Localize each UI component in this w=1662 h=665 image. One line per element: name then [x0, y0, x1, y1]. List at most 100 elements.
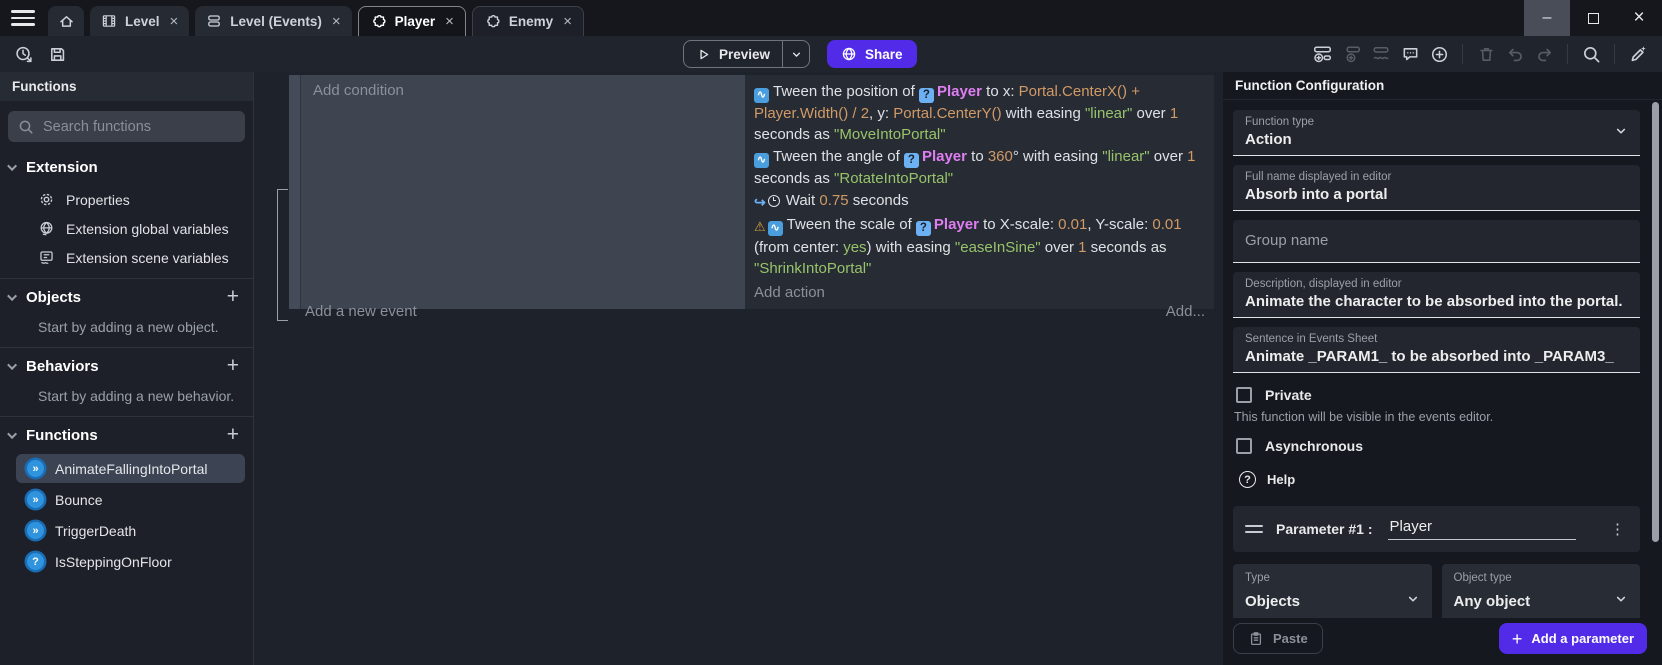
- sidebar-item-properties[interactable]: Properties: [0, 185, 253, 214]
- action-text-segment: Tween the scale of: [787, 216, 916, 233]
- action-text-segment: to X-scale:: [979, 216, 1058, 233]
- function-configuration-panel: Function Configuration Function type Act…: [1223, 72, 1662, 665]
- function-type-select[interactable]: Function type Action: [1233, 110, 1640, 156]
- kebab-icon[interactable]: ⋮: [1607, 520, 1628, 538]
- function-item-bounce[interactable]: » Bounce: [16, 485, 245, 514]
- history-icon[interactable]: [12, 43, 34, 65]
- tab-player[interactable]: Player ×: [358, 6, 466, 36]
- add-behavior-button[interactable]: +: [227, 357, 239, 375]
- parameter-selects: Type Objects Object type Any object: [1233, 564, 1640, 618]
- tween-icon: ∿: [768, 221, 783, 236]
- action-text-segment: , y:: [869, 105, 893, 122]
- save-icon[interactable]: [46, 43, 68, 65]
- tab-home[interactable]: [48, 6, 84, 36]
- add-action-button[interactable]: Add action: [754, 282, 1204, 303]
- chat-icon[interactable]: [1399, 43, 1421, 65]
- chevron-down-icon[interactable]: [783, 48, 809, 61]
- add-object-button[interactable]: +: [227, 288, 239, 306]
- function-item-issteppingonfloor[interactable]: ? IsSteppingOnFloor: [16, 547, 245, 576]
- action-text-segment: "RotateIntoPortal": [834, 170, 953, 187]
- clipboard-icon: [1248, 631, 1264, 647]
- add-comment-icon[interactable]: [1370, 43, 1392, 65]
- section-objects[interactable]: Objects +: [0, 279, 253, 315]
- window-controls: – ×: [1524, 0, 1662, 36]
- drag-handle-icon[interactable]: [1245, 525, 1263, 533]
- sidebar-item-extension-scene-variables[interactable]: Extension scene variables: [0, 243, 253, 272]
- maximize-button[interactable]: [1570, 0, 1616, 36]
- tab-enemy[interactable]: Enemy ×: [472, 6, 584, 36]
- sentence-field[interactable]: Sentence in Events Sheet Animate _PARAM1…: [1233, 327, 1640, 373]
- sidebar-item-extension-global-variables[interactable]: Extension global variables: [0, 214, 253, 243]
- action-text-segment: 0.01: [1058, 216, 1087, 233]
- panel-scrollbar[interactable]: [1652, 102, 1659, 542]
- search-input[interactable]: [43, 119, 235, 135]
- close-icon[interactable]: ×: [332, 13, 341, 30]
- section-behaviors[interactable]: Behaviors +: [0, 348, 253, 384]
- event-margin[interactable]: [289, 75, 300, 309]
- action-text-segment: to x:: [982, 83, 1019, 100]
- panel-scroll-area: Function type Action Full name displayed…: [1223, 100, 1662, 618]
- preview-button[interactable]: Preview: [683, 40, 810, 68]
- redo-icon[interactable]: [1533, 43, 1555, 65]
- asynchronous-checkbox[interactable]: [1236, 438, 1252, 454]
- action-text-segment: yes: [843, 239, 866, 256]
- close-icon[interactable]: ×: [445, 13, 454, 30]
- add-function-button[interactable]: +: [227, 426, 239, 444]
- event-block[interactable]: Add condition ∿Tween the position of ?Pl…: [289, 75, 1214, 309]
- section-functions[interactable]: Functions +: [0, 417, 253, 453]
- event-action[interactable]: ∿Tween the angle of ?Player to 360° with…: [754, 146, 1204, 189]
- tab-label: Player: [395, 14, 436, 29]
- parameter-name-input[interactable]: [1388, 518, 1576, 540]
- parameter-object-type-select[interactable]: Object type Any object: [1442, 564, 1641, 618]
- full-name-field[interactable]: Full name displayed in editor Absorb int…: [1233, 165, 1640, 211]
- event-action[interactable]: ∿Tween the position of ?Player to x: Por…: [754, 81, 1204, 145]
- function-item-animatefallingintoportal[interactable]: » AnimateFallingIntoPortal: [16, 454, 245, 483]
- action-text-segment: Portal.CenterY(): [893, 105, 1001, 122]
- description-field[interactable]: Description, displayed in editor Animate…: [1233, 272, 1640, 318]
- section-extension[interactable]: Extension: [0, 150, 253, 185]
- gear-icon: [38, 191, 55, 208]
- parameter-type-select[interactable]: Type Objects: [1233, 564, 1432, 618]
- event-action[interactable]: ⚠∿Tween the scale of ?Player to X-scale:…: [754, 214, 1204, 279]
- action-text-segment: seconds as: [754, 126, 834, 143]
- event-action[interactable]: ↪Wait 0.75 seconds: [754, 190, 1204, 213]
- close-button[interactable]: ×: [1616, 0, 1662, 36]
- gdevelop-window: Level × Level (Events) × Player × Enemy …: [0, 0, 1662, 665]
- menu-icon[interactable]: [11, 6, 35, 30]
- add-parameter-button[interactable]: + Add a parameter: [1499, 623, 1647, 654]
- add-event-more-button[interactable]: Add...: [1166, 303, 1205, 320]
- action-function-icon: »: [27, 522, 44, 539]
- add-new-event-button[interactable]: Add a new event: [305, 303, 417, 320]
- search-icon[interactable]: [1580, 43, 1602, 65]
- tab-level[interactable]: Level ×: [90, 6, 189, 36]
- add-event-icon[interactable]: [1312, 43, 1334, 65]
- help-link[interactable]: ? Help: [1239, 471, 1640, 488]
- minimize-button[interactable]: –: [1524, 0, 1570, 36]
- action-text-segment: to: [967, 148, 988, 165]
- magic-pen-icon[interactable]: [1627, 43, 1649, 65]
- group-name-field[interactable]: Group name: [1233, 220, 1640, 263]
- asynchronous-checkbox-row[interactable]: Asynchronous: [1236, 438, 1640, 454]
- action-text-segment: , Y-scale:: [1087, 216, 1152, 233]
- chevron-down-icon: [1614, 124, 1628, 138]
- paste-button[interactable]: Paste: [1233, 623, 1323, 654]
- chevron-down-icon: [7, 360, 17, 370]
- add-subevent-icon[interactable]: [1341, 43, 1363, 65]
- help-icon: ?: [1239, 471, 1256, 488]
- action-text-segment: ° with easing: [1013, 148, 1102, 165]
- share-button[interactable]: Share: [827, 40, 917, 68]
- private-checkbox[interactable]: [1236, 387, 1252, 403]
- undo-icon[interactable]: [1504, 43, 1526, 65]
- action-text-segment: over: [1150, 148, 1188, 165]
- close-icon[interactable]: ×: [170, 13, 179, 30]
- add-condition-button[interactable]: Add condition: [313, 82, 733, 99]
- close-icon[interactable]: ×: [563, 13, 572, 30]
- tab-level-events[interactable]: Level (Events) ×: [195, 6, 351, 36]
- sidebar-title: Functions: [0, 72, 253, 101]
- private-checkbox-row[interactable]: Private: [1236, 387, 1640, 403]
- action-text-segment: "easeInSine": [955, 239, 1041, 256]
- function-item-triggerdeath[interactable]: » TriggerDeath: [16, 516, 245, 545]
- trash-icon[interactable]: [1475, 43, 1497, 65]
- event-indent-bracket: [277, 189, 287, 321]
- add-circle-icon[interactable]: [1428, 43, 1450, 65]
